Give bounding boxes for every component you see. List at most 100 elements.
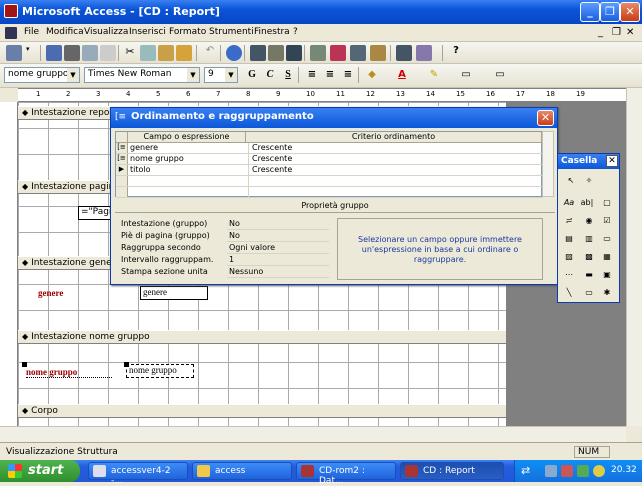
property-value[interactable]: No [227,231,329,242]
network-icon[interactable]: ⇄ [521,464,530,477]
document-icon[interactable] [5,27,17,39]
font-combo[interactable]: Times New Roman ▼ [84,67,200,83]
combo-box-icon[interactable]: ▤ [562,232,576,246]
tray-icon[interactable] [561,465,573,477]
font-size-combo[interactable]: 9 ▼ [204,67,238,83]
list-box-icon[interactable]: ▥ [582,232,596,246]
group-name-label[interactable]: nome gruppo [26,367,112,378]
autoformat-icon[interactable] [310,45,326,61]
property-value[interactable]: 1 [227,255,329,266]
bound-object-icon[interactable]: ▦ [600,250,614,264]
grid-cell-order[interactable]: Crescente [248,165,538,175]
align-left-icon[interactable]: ≡ [304,67,320,83]
print-preview-icon[interactable] [82,45,98,61]
select-objects-icon[interactable]: ↖ [564,174,578,188]
genre-textbox[interactable]: genere [140,286,208,300]
option-button-icon[interactable]: ◉ [582,214,596,228]
tray-icon[interactable] [577,465,589,477]
task-accessver4[interactable]: accessver4-2 -... [88,462,188,486]
option-group-icon[interactable]: ▢ [600,196,614,210]
close-button[interactable]: ✕ [620,2,640,22]
menu-finestra[interactable]: Finestra [254,27,290,37]
grid-cell-field[interactable]: titolo [130,165,151,174]
task-cd-report[interactable]: CD : Report [400,462,504,480]
selection-handle[interactable] [22,362,27,367]
label-tool-icon[interactable]: Aa [562,196,576,210]
save-icon[interactable] [46,45,62,61]
horizontal-scrollbar[interactable] [0,426,626,442]
command-button-icon[interactable]: ▭ [600,232,614,246]
bold-button[interactable]: G [244,67,260,83]
menu-file[interactable]: File [24,27,39,37]
menu-formato[interactable]: Formato [169,27,206,37]
line-tool-icon[interactable]: ╲ [562,286,576,300]
print-icon[interactable] [64,45,80,61]
toolbox-close-button[interactable]: ✕ [606,155,618,167]
line-color-icon[interactable]: ✎ [426,67,442,83]
code-icon[interactable] [330,45,346,61]
grid-cell-field[interactable]: genere [130,143,158,152]
align-center-icon[interactable]: ≡ [322,67,338,83]
tray-icon[interactable] [545,465,557,477]
format-painter-icon[interactable] [176,45,192,61]
vertical-scrollbar[interactable] [626,88,642,426]
grid-cell-order[interactable]: Crescente [248,143,538,153]
properties-icon[interactable] [350,45,366,61]
menu-modifica[interactable]: Modifica [46,27,84,37]
align-right-icon[interactable]: ≡ [340,67,356,83]
cut-icon[interactable]: ✂ [122,45,138,61]
undo-icon[interactable]: ↶ [202,45,218,61]
grid-scrollbar[interactable] [542,131,554,197]
border-style-icon[interactable]: ▭ [492,67,508,83]
grid-row[interactable]: [≡ nome gruppo Crescente [116,154,543,165]
more-controls-icon[interactable]: ✱ [600,286,614,300]
section-group-name-header[interactable]: ◆ Intestazione nome gruppo [18,330,506,344]
textbox-tool-icon[interactable]: ab| [580,196,594,210]
doc-restore-button[interactable]: ❐ [612,27,621,38]
toolbox-icon[interactable] [268,45,284,61]
unbound-object-icon[interactable]: ▩ [582,250,596,264]
checkbox-icon[interactable]: ☑ [600,214,614,228]
sorting-grouping-icon[interactable] [286,45,302,61]
help-icon[interactable]: ? [448,45,464,61]
task-access[interactable]: access [192,462,292,480]
page-break-icon[interactable]: ⋯ [562,268,576,282]
image-icon[interactable]: ▨ [562,250,576,264]
menu-strumenti[interactable]: Strumenti [209,27,254,37]
dialog-close-button[interactable]: ✕ [537,110,554,126]
underline-button[interactable]: S [280,67,296,83]
tab-control-icon[interactable]: ▬ [582,268,596,282]
task-cd-rom2[interactable]: CD-rom2 : Dat... [296,462,396,486]
selection-handle[interactable] [124,362,129,367]
paste-icon[interactable] [158,45,174,61]
grid-row[interactable]: [≡ genere Crescente [116,143,543,154]
font-color-icon[interactable]: A [394,67,410,83]
grid-row[interactable] [116,187,543,198]
view-icon[interactable] [6,45,22,61]
access-app-icon[interactable] [4,4,18,18]
copy-icon[interactable] [140,45,156,61]
hyperlink-icon[interactable] [226,45,242,61]
line-width-icon[interactable]: ▭ [458,67,474,83]
clock[interactable]: 20.32 [611,465,637,475]
field-list-icon[interactable] [250,45,266,61]
fill-color-icon[interactable]: ◆ [364,67,380,83]
database-window-icon[interactable] [396,45,412,61]
doc-minimize-button[interactable]: _ [598,27,603,38]
control-wizards-icon[interactable]: ✧ [582,174,596,188]
grid-cell-order[interactable]: Crescente [248,154,538,164]
section-body[interactable]: ◆ Corpo [18,404,506,418]
genre-label[interactable]: genere [38,288,63,298]
grid-cell-field[interactable]: nome gruppo [130,154,184,163]
property-value[interactable]: Nessuno [227,267,329,278]
group-name-textbox[interactable]: nome gruppo [126,364,194,378]
subform-icon[interactable]: ▣ [600,268,614,282]
spelling-icon[interactable] [100,45,116,61]
dialog-title-bar[interactable]: Ordinamento e raggruppamento [111,108,557,128]
property-value[interactable]: Ogni valore [227,243,329,254]
object-combo[interactable]: nome gruppo ▼ [4,67,80,83]
maximize-button[interactable]: ❐ [600,2,620,22]
grid-row[interactable] [116,176,543,187]
new-object-icon[interactable] [416,45,432,61]
build-icon[interactable] [370,45,386,61]
